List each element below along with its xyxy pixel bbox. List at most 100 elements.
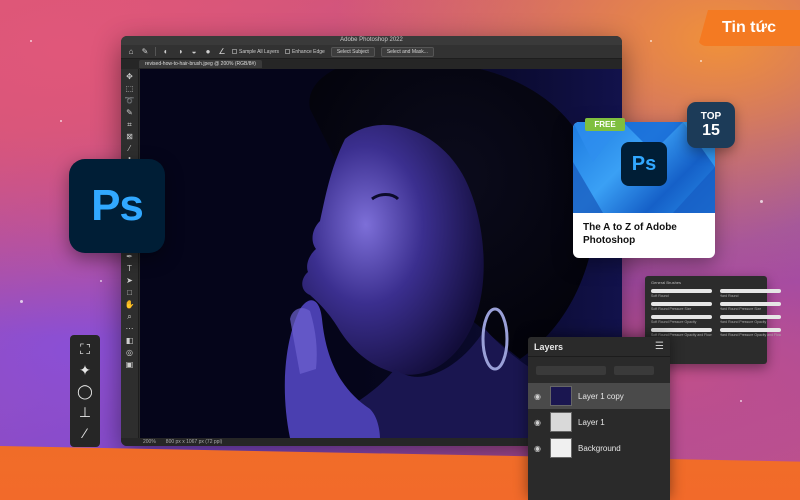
opacity-field[interactable] xyxy=(614,365,654,375)
visibility-eye-icon[interactable]: ◉ xyxy=(534,444,544,453)
eyedropper-icon[interactable]: ⁄ xyxy=(84,426,86,440)
brush-label: Hard Round Pressure Opacity and Flow xyxy=(719,333,782,337)
stamp-icon[interactable]: ⊥ xyxy=(79,405,91,419)
brush-stroke-preview xyxy=(651,315,712,319)
document-tab[interactable]: revised-how-to-hair-brush.jpeg @ 200% (R… xyxy=(139,60,262,68)
angle-icon[interactable]: ∠ xyxy=(218,47,226,56)
zoom-readout: 200% xyxy=(143,439,156,445)
subtract-selection-icon[interactable]: ◒ xyxy=(190,47,198,56)
brush-stroke-preview xyxy=(651,289,712,293)
document-tab-bar: revised-how-to-hair-brush.jpeg @ 200% (R… xyxy=(121,59,622,69)
course-ps-icon: Ps xyxy=(621,142,667,186)
brush-item[interactable]: Soft Round Pressure Opacity and Flow xyxy=(651,328,712,337)
magic-wand-icon[interactable]: ✦ xyxy=(79,363,91,377)
layer-row[interactable]: ◉ Background xyxy=(528,435,670,461)
pen-tool-icon[interactable]: ✒ xyxy=(125,252,135,262)
lasso-tool-icon[interactable]: ➰ xyxy=(125,96,135,106)
hand-tool-icon[interactable]: ✋ xyxy=(125,300,135,310)
background-sparkle xyxy=(740,400,742,402)
path-selection-icon[interactable]: ➤ xyxy=(125,276,135,286)
course-title: The A to Z of Adobe Photoshop xyxy=(583,222,677,246)
marquee-tool-icon[interactable]: ⬚ xyxy=(125,84,135,94)
new-selection-icon[interactable]: ◐ xyxy=(162,47,170,56)
visibility-eye-icon[interactable]: ◉ xyxy=(534,418,544,427)
brush-item[interactable]: Hard Round xyxy=(719,289,782,298)
quick-mask-icon[interactable]: ◎ xyxy=(125,348,135,358)
layer-thumbnail xyxy=(550,412,572,432)
add-selection-icon[interactable]: ◑ xyxy=(176,47,184,56)
move-tool-icon[interactable]: ✥ xyxy=(125,72,135,82)
layer-row[interactable]: ◉ Layer 1 xyxy=(528,409,670,435)
layers-title: Layers xyxy=(534,341,564,352)
options-bar: ⌂ ✎ ◐ ◑ ◒ ● ∠ Sample All Layers Enhance … xyxy=(121,45,622,59)
select-subject-button[interactable]: Select Subject xyxy=(330,46,375,57)
brush-stroke-preview xyxy=(719,315,782,319)
checkbox-box xyxy=(285,49,291,54)
top-15-badge: TOP 15 xyxy=(687,102,735,148)
free-badge: FREE xyxy=(585,118,625,131)
more-tools-icon[interactable]: ⋯ xyxy=(125,324,135,334)
brush-label: Soft Round Pressure Opacity xyxy=(651,320,697,324)
lasso-icon[interactable]: ◯ xyxy=(77,384,93,398)
enhance-edge-label: Enhance Edge xyxy=(292,48,325,55)
brush-label: Hard Round Pressure Size xyxy=(719,307,762,311)
brush-item[interactable]: Soft Round xyxy=(651,289,712,298)
layer-thumbnail xyxy=(550,438,572,458)
layer-row[interactable]: ◉ Layer 1 copy xyxy=(528,383,670,409)
enhance-edge-checkbox[interactable]: Enhance Edge xyxy=(285,49,325,55)
brush-stroke-preview xyxy=(651,302,712,306)
brush-item[interactable]: Soft Round Pressure Size xyxy=(651,302,712,311)
panel-menu-icon[interactable]: ☰ xyxy=(655,341,664,352)
crop-corners-icon[interactable]: ⛶ xyxy=(80,342,90,356)
eyedropper-tool-icon[interactable]: ⁄ xyxy=(125,144,135,154)
frame-tool-icon[interactable]: ⊠ xyxy=(125,132,135,142)
type-tool-icon[interactable]: T xyxy=(125,264,135,274)
color-swatches-icon[interactable]: ◧ xyxy=(125,336,135,346)
layer-thumbnail xyxy=(550,386,572,406)
floating-tools-panel: ⛶ ✦ ◯ ⊥ ⁄ xyxy=(70,335,100,447)
brush-stroke-preview xyxy=(719,302,782,306)
checkbox-box xyxy=(232,49,237,54)
news-badge[interactable]: Tin tức xyxy=(698,10,800,46)
quick-select-icon[interactable]: ✎ xyxy=(141,47,149,56)
crop-tool-icon[interactable]: ⌗ xyxy=(125,120,135,130)
visibility-eye-icon[interactable]: ◉ xyxy=(534,392,544,401)
window-title: Adobe Photoshop 2022 xyxy=(340,37,403,43)
brush-item[interactable]: Hard Round Pressure Opacity xyxy=(719,315,782,324)
quick-selection-tool-icon[interactable]: ✎ xyxy=(125,108,135,118)
brush-item[interactable]: Hard Round Pressure Size xyxy=(719,302,782,311)
layers-panel: Layers ☰ ◉ Layer 1 copy ◉ Layer 1 ◉ Back… xyxy=(528,337,670,500)
sample-all-layers-checkbox[interactable]: Sample All Layers xyxy=(232,49,279,55)
layers-controls xyxy=(528,357,670,383)
layer-name: Background xyxy=(578,443,621,453)
home-icon[interactable]: ⌂ xyxy=(127,47,135,56)
brush-label: Soft Round Pressure Size xyxy=(651,307,692,311)
zoom-tool-icon[interactable]: ⌕ xyxy=(125,312,135,322)
photoshop-logo: Ps xyxy=(69,159,165,253)
brush-label: Soft Round xyxy=(651,294,669,298)
background-sparkle xyxy=(20,300,23,303)
screen-mode-icon[interactable]: ▣ xyxy=(125,360,135,370)
blend-mode-dropdown[interactable] xyxy=(536,365,606,375)
select-and-mask-button[interactable]: Select and Mask... xyxy=(380,46,434,57)
rectangle-tool-icon[interactable]: □ xyxy=(125,288,135,298)
photoshop-logo-text: Ps xyxy=(91,181,144,230)
brush-size-icon[interactable]: ● xyxy=(204,47,212,56)
brushes-grid: Soft Round Hard Round Soft Round Pressur… xyxy=(651,289,782,337)
brush-item[interactable]: Soft Round Pressure Opacity xyxy=(651,315,712,324)
title-bar: Adobe Photoshop 2022 xyxy=(121,36,622,45)
top-badge-line1: TOP xyxy=(700,111,722,122)
options-separator xyxy=(155,47,156,56)
layer-name: Layer 1 xyxy=(578,417,605,427)
brush-item[interactable]: Hard Round Pressure Opacity and Flow xyxy=(719,328,782,337)
sample-all-layers-label: Sample All Layers xyxy=(239,48,280,55)
tools-panel: ✥ ⬚ ➰ ✎ ⌗ ⊠ ⁄ ✚ ✐ ⊥ ↺ ▭ ▤ ◆ ◔ ✒ T ➤ □ ✋ … xyxy=(121,69,139,438)
layer-name: Layer 1 copy xyxy=(578,391,624,401)
bottom-orange-band xyxy=(0,446,800,500)
top-badge-line2: 15 xyxy=(702,122,720,139)
brush-stroke-preview xyxy=(719,328,782,332)
document-dimensions: 800 px x 1067 px (72 ppi) xyxy=(165,439,223,445)
brush-stroke-preview xyxy=(651,328,712,332)
background-sparkle xyxy=(760,200,763,203)
brushes-header: General Brushes xyxy=(651,280,682,285)
